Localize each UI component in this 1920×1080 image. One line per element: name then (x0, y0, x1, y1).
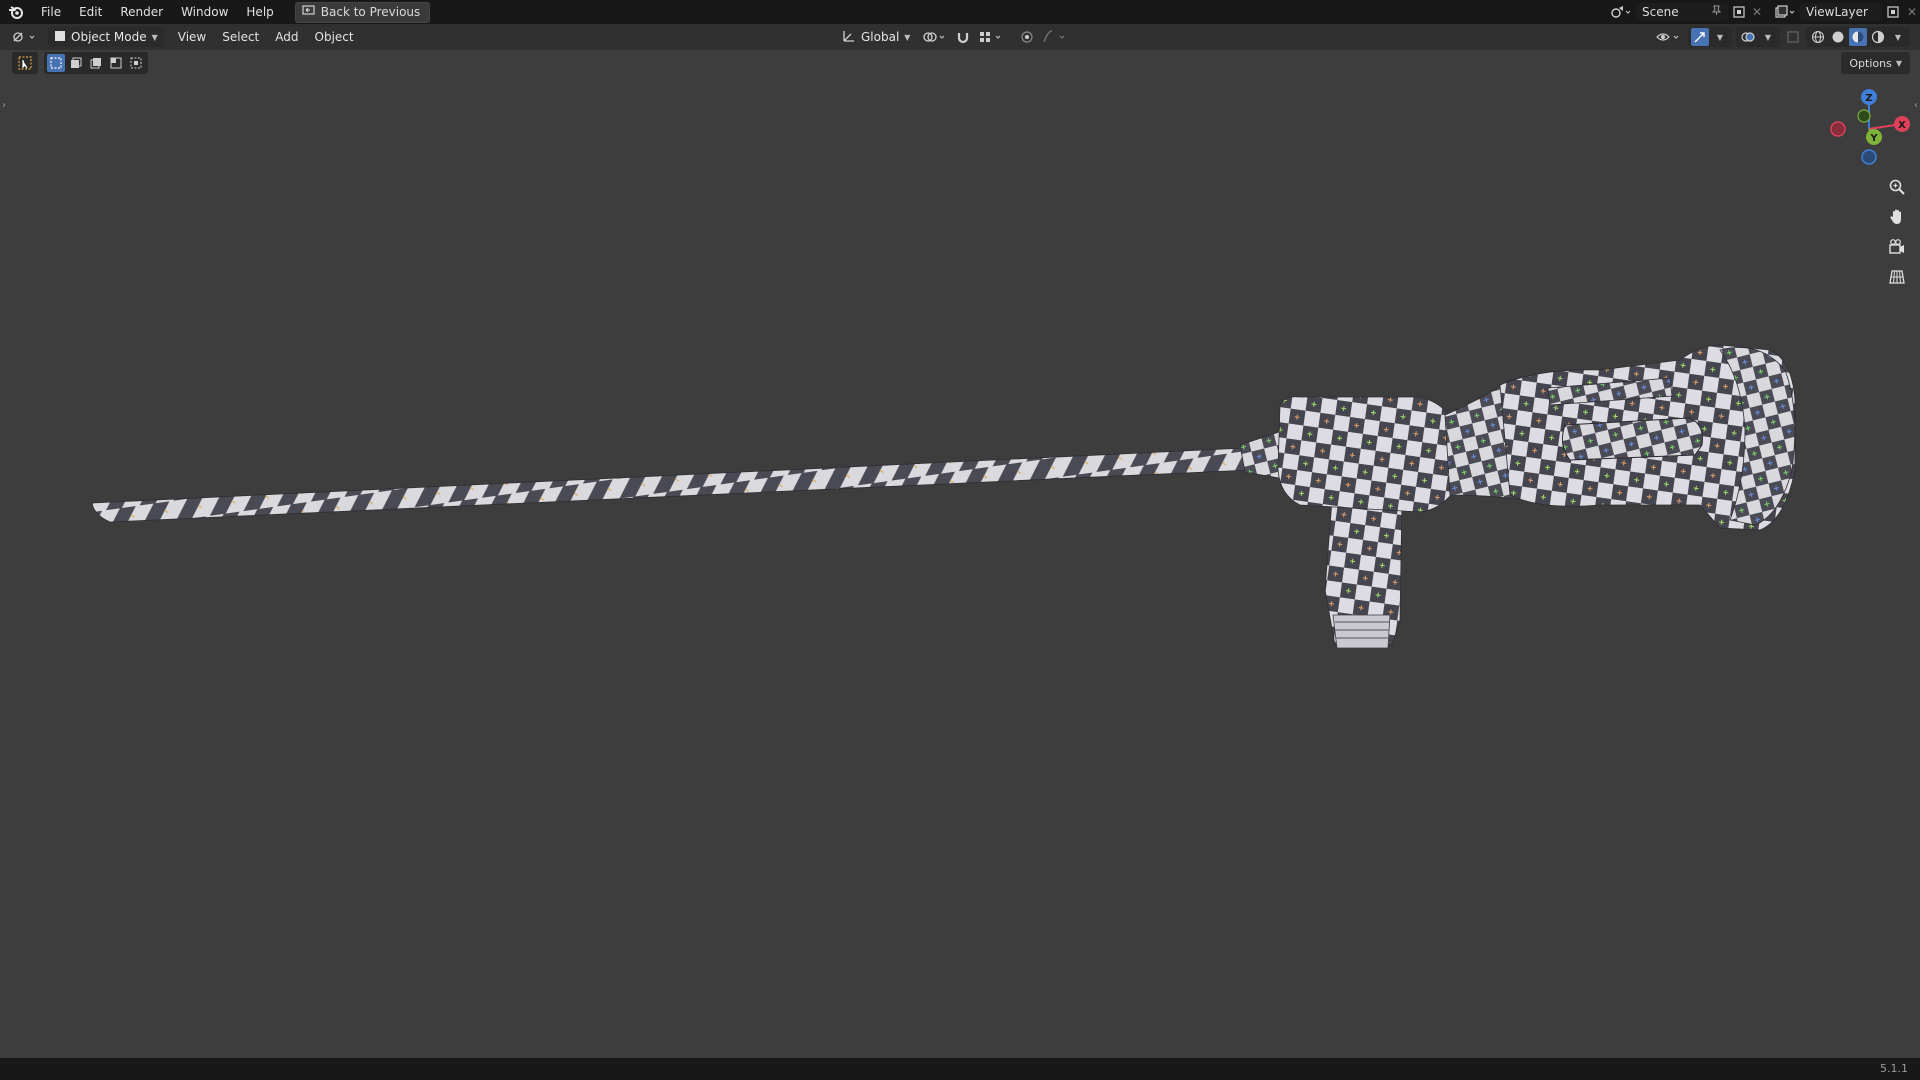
y-axis-label: Y (1869, 133, 1878, 144)
navigation-gizmo[interactable]: Z X Y (1820, 84, 1920, 174)
instrument-shaft (91, 447, 1251, 523)
perspective-grid-icon[interactable] (1884, 264, 1910, 290)
status-bar: 5.1.1 (0, 1058, 1920, 1080)
z-axis-label: Z (1865, 93, 1872, 104)
instrument-slot (1561, 417, 1703, 461)
viewport-3d-scene[interactable] (0, 0, 1920, 1080)
neg-y-axis-icon[interactable] (1857, 109, 1871, 123)
version-label: 5.1.1 (1880, 1062, 1908, 1075)
camera-view-icon[interactable] (1884, 234, 1910, 260)
pan-hand-icon[interactable] (1884, 204, 1910, 230)
neg-z-axis-icon[interactable] (1861, 149, 1877, 165)
instrument-body-front (1277, 396, 1456, 513)
x-axis-label: X (1898, 120, 1906, 131)
grip-thread (1332, 614, 1391, 649)
zoom-icon[interactable] (1884, 174, 1910, 200)
